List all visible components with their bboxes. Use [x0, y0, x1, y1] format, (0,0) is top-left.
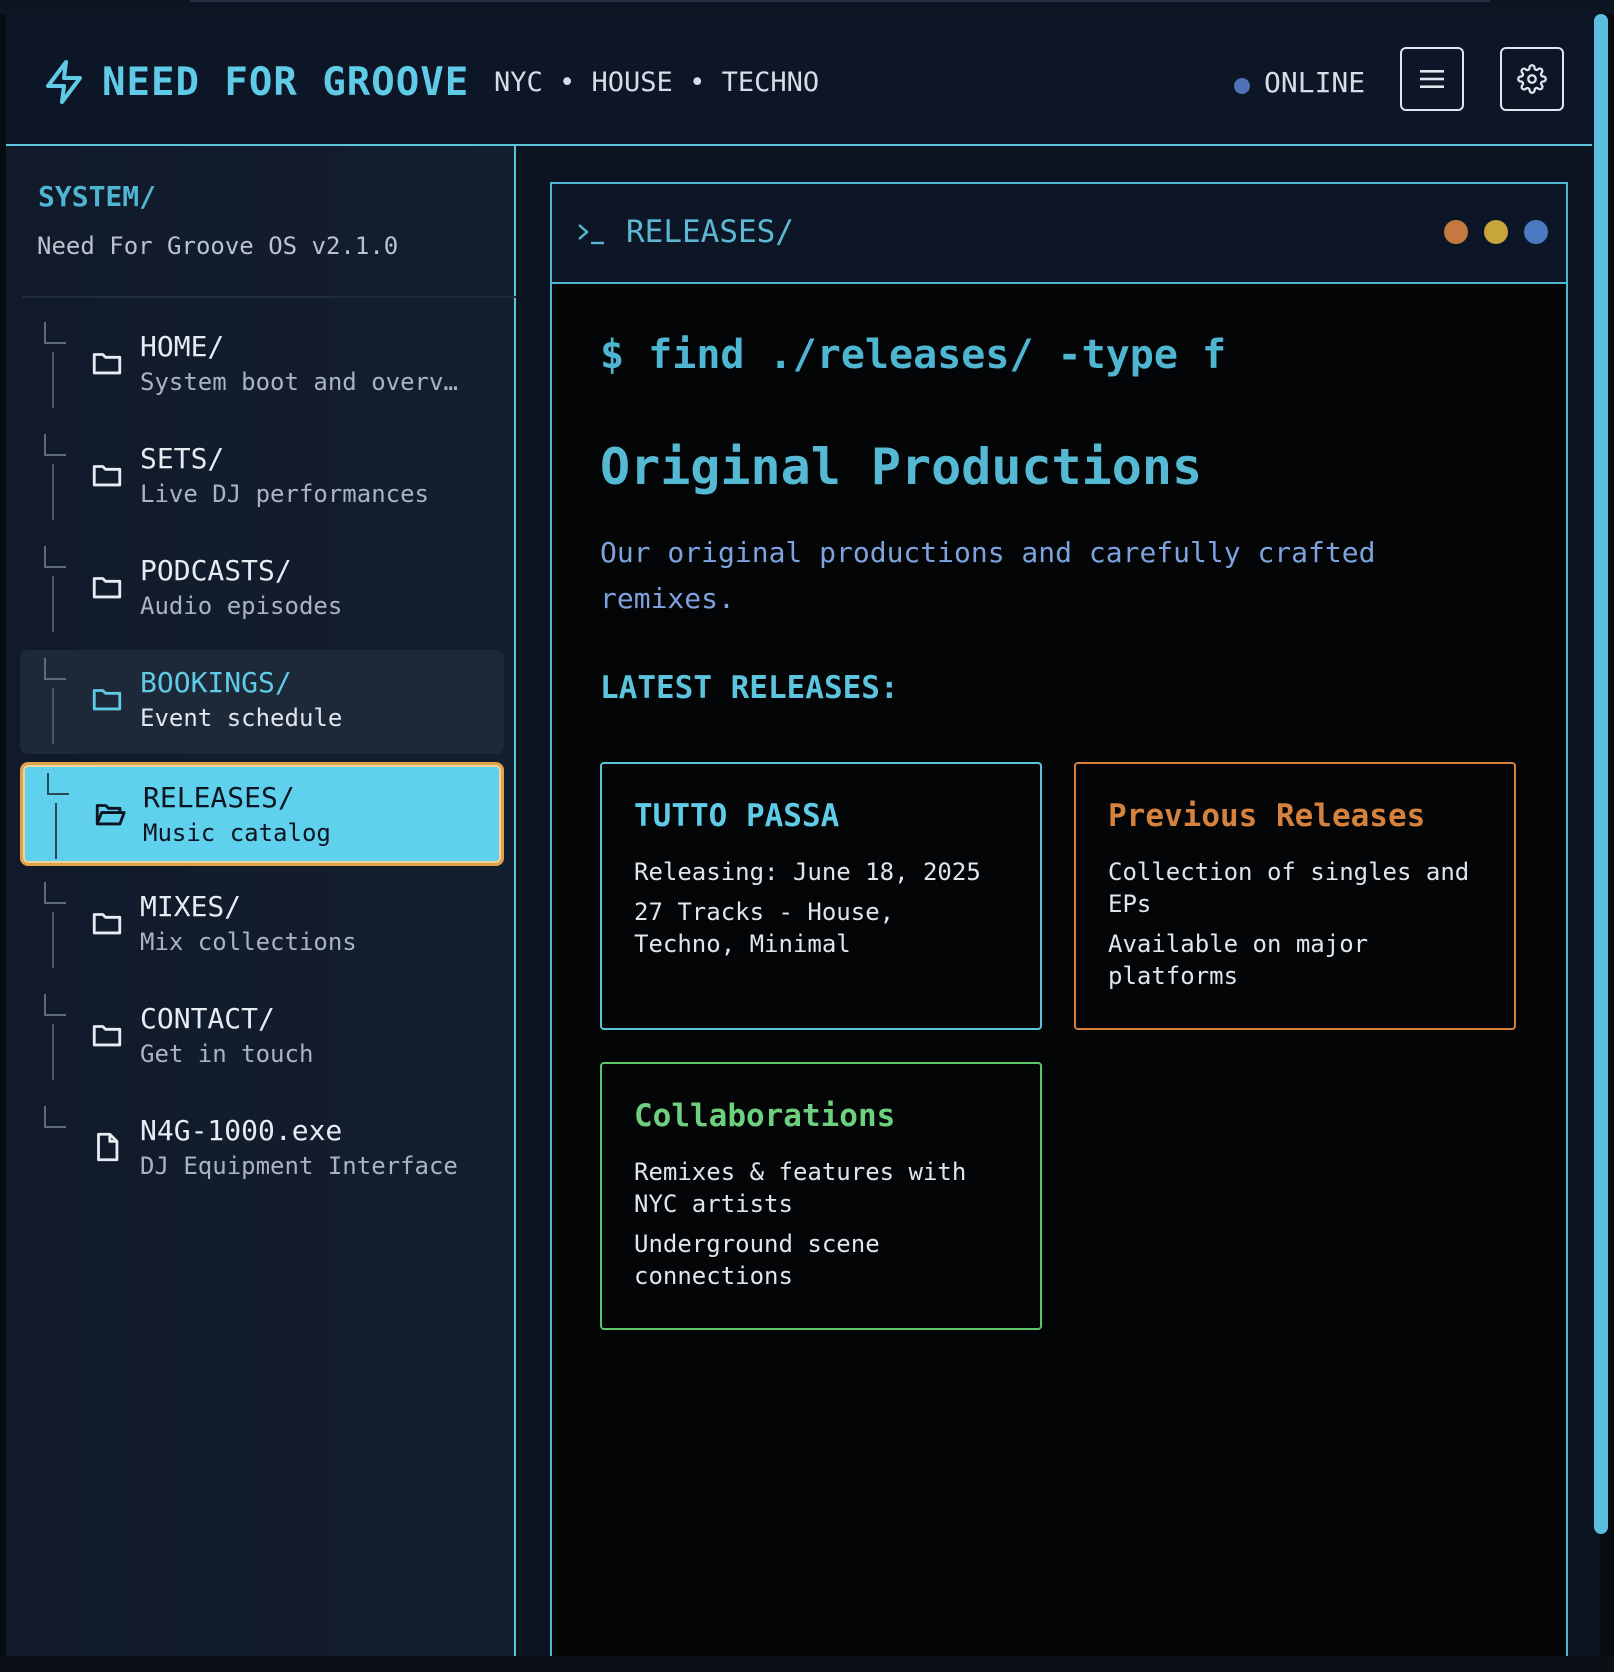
card-line: 27 Tracks - House, Techno, Minimal: [634, 898, 895, 958]
card-line: Available on major platforms: [1108, 930, 1369, 990]
tree-line: [55, 803, 57, 859]
sidebar-item-desc: Event schedule: [140, 704, 343, 732]
sidebar-item-mixes[interactable]: MIXES/ Mix collections: [20, 874, 504, 978]
sidebar-item-sets[interactable]: SETS/ Live DJ performances: [20, 426, 504, 530]
folder-icon: [92, 577, 122, 599]
section-intro: Our original productions and carefully c…: [600, 536, 1376, 615]
sidebar: SYSTEM/ Need For Groove OS v2.1.0 HOME/ …: [6, 146, 516, 1656]
brand-title: NEED FOR GROOVE: [102, 60, 470, 105]
release-card-previous-releases[interactable]: Previous Releases Collection of singles …: [1074, 762, 1516, 1030]
sidebar-item-bookings[interactable]: BOOKINGS/ Event schedule: [20, 650, 504, 754]
sidebar-item-label: N4G-1000.exe: [140, 1114, 343, 1147]
sidebar-title: SYSTEM/: [38, 180, 157, 213]
tree-branch: [47, 773, 49, 795]
bottom-strip: [0, 1656, 1614, 1672]
sidebar-item-label: RELEASES/: [143, 781, 295, 814]
release-card-tutto-passa[interactable]: TUTTO PASSA Releasing: June 18, 2025 27 …: [600, 762, 1042, 1030]
lightning-bolt-icon: [46, 60, 82, 104]
hamburger-icon: [1420, 70, 1444, 88]
card-line: Releasing: June 18, 2025: [634, 858, 981, 886]
folder-icon: [92, 353, 122, 375]
tree-branch: [44, 994, 46, 1016]
sidebar-item-releases[interactable]: RELEASES/ Music catalog: [20, 762, 504, 866]
section-title: Original Productions: [600, 438, 1203, 496]
tree-branch: [44, 322, 46, 344]
tree-branch-h: [44, 1126, 66, 1128]
tree-line: [52, 688, 54, 744]
settings-button[interactable]: [1500, 47, 1564, 111]
sidebar-item-desc: Music catalog: [143, 819, 331, 847]
sidebar-item-label: BOOKINGS/: [140, 666, 292, 699]
top-header: NEED FOR GROOVE NYC • HOUSE • TECHNO ONL…: [6, 14, 1600, 146]
scrollbar-thumb[interactable]: [1594, 14, 1608, 1534]
tree-line: [52, 576, 54, 632]
window-dot-blue[interactable]: [1524, 220, 1548, 244]
terminal-command: $ find ./releases/ -type f: [600, 332, 1227, 378]
sidebar-item-desc: DJ Equipment Interface: [140, 1152, 458, 1180]
sidebar-subtitle: Need For Groove OS v2.1.0: [37, 232, 399, 260]
tree-line: [52, 464, 54, 520]
tree-branch-h: [47, 793, 69, 795]
sidebar-item-desc: Mix collections: [140, 928, 357, 956]
status-label: ONLINE: [1264, 66, 1366, 99]
tree-line: [52, 1024, 54, 1080]
sidebar-item-label: PODCASTS/: [140, 554, 292, 587]
brand-tagline: NYC • HOUSE • TECHNO: [494, 67, 820, 98]
card-line: Remixes & features with NYC artists: [634, 1158, 967, 1218]
folder-icon: [92, 465, 122, 487]
tree-branch-h: [44, 342, 66, 344]
window-dot-orange[interactable]: [1444, 220, 1468, 244]
file-icon: [97, 1132, 119, 1162]
release-card-collaborations[interactable]: Collaborations Remixes & features with N…: [600, 1062, 1042, 1330]
card-line: Collection of singles and EPs: [1108, 858, 1470, 918]
terminal-prompt-icon: [578, 224, 604, 245]
sidebar-item-desc: System boot and overview: [140, 368, 472, 396]
sidebar-item-podcasts[interactable]: PODCASTS/ Audio episodes: [20, 538, 504, 642]
sidebar-item-contact[interactable]: CONTACT/ Get in touch: [20, 986, 504, 1090]
sidebar-item-label: MIXES/: [140, 890, 242, 923]
tree-branch: [44, 546, 46, 568]
folder-icon: [92, 913, 122, 935]
card-title: Previous Releases: [1108, 798, 1426, 834]
card-title: TUTTO PASSA: [634, 798, 840, 834]
folder-icon: [92, 1025, 122, 1047]
gear-icon: [1517, 64, 1547, 94]
status-indicator: ONLINE: [1234, 60, 1365, 106]
menu-button[interactable]: [1400, 47, 1464, 111]
tree-branch: [44, 658, 46, 680]
terminal-title: RELEASES/: [626, 214, 794, 250]
tree-branch: [44, 882, 46, 904]
latest-releases-heading: LATEST RELEASES:: [600, 670, 899, 706]
sidebar-divider: [22, 296, 516, 298]
tree-line: [52, 912, 54, 968]
sidebar-item-desc: Audio episodes: [140, 592, 343, 620]
tree-branch-h: [44, 454, 66, 456]
sidebar-item-label: HOME/: [140, 330, 225, 363]
terminal-titlebar: RELEASES/: [552, 184, 1566, 284]
tree-branch-h: [44, 678, 66, 680]
status-dot-icon: [1234, 77, 1250, 94]
tree-branch-h: [44, 1014, 66, 1016]
sidebar-item-desc: Get in touch: [140, 1040, 314, 1068]
tree-line: [52, 352, 54, 408]
sidebar-item-desc: Live DJ performances: [140, 480, 429, 508]
app-window: NEED FOR GROOVE NYC • HOUSE • TECHNO ONL…: [6, 14, 1600, 1656]
window-dot-yellow[interactable]: [1484, 220, 1508, 244]
tree-branch-h: [44, 566, 66, 568]
sidebar-item-home[interactable]: HOME/ System boot and overview: [20, 314, 504, 418]
folder-open-icon: [95, 804, 126, 826]
tree-branch: [44, 1106, 46, 1128]
tree-branch-h: [44, 902, 66, 904]
folder-icon: [92, 689, 122, 711]
tree-branch: [44, 434, 46, 456]
card-line: Underground scene connections: [634, 1230, 880, 1290]
sidebar-item-n4g-1000[interactable]: N4G-1000.exe DJ Equipment Interface: [20, 1098, 504, 1202]
terminal-window: RELEASES/ $ find ./releases/ -type f Ori…: [550, 182, 1568, 1656]
browser-top-strip: [0, 0, 1614, 14]
card-title: Collaborations: [634, 1098, 896, 1134]
sidebar-item-label: SETS/: [140, 442, 225, 475]
sidebar-item-label: CONTACT/: [140, 1002, 275, 1035]
